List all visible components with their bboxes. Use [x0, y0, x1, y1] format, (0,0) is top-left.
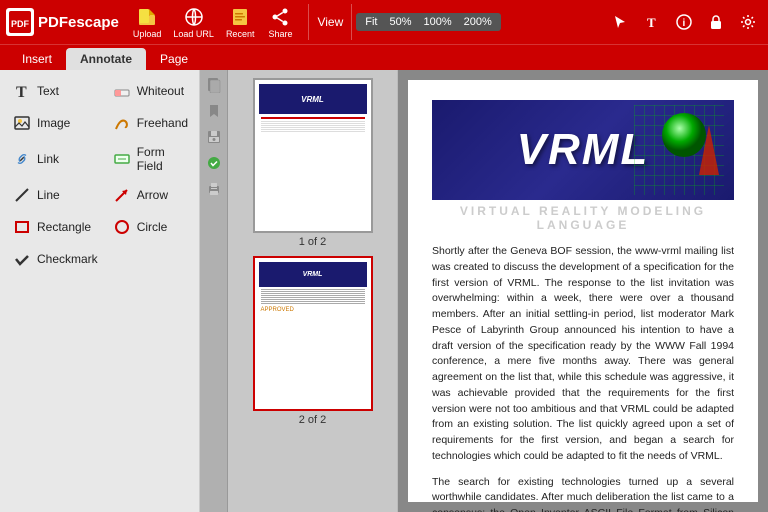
svg-text:PDF: PDF	[11, 19, 30, 29]
tab-insert[interactable]: Insert	[8, 48, 66, 70]
sidebar-pages-icon[interactable]	[203, 74, 225, 96]
checkmark-tool-icon	[12, 249, 32, 269]
whiteout-tool-icon	[112, 81, 132, 101]
thumb-1-inner: VRML	[255, 80, 371, 231]
zoom-100-button[interactable]: 100%	[419, 15, 457, 29]
tool-line[interactable]: Line	[6, 180, 104, 210]
rectangle-tool-icon	[12, 217, 32, 237]
thumb-1-container: VRML 1 of 2	[253, 78, 373, 248]
thumb-2-container: VRML APPROVED 2 of 2	[253, 256, 373, 426]
toolbar-separator-1	[308, 4, 309, 40]
recent-icon	[226, 5, 254, 29]
tab-bar: Insert Annotate Page	[0, 44, 768, 70]
zoom-50-button[interactable]: 50%	[385, 15, 417, 29]
thumbnail-panel: VRML 1 of 2	[228, 70, 398, 512]
share-button[interactable]: Share	[262, 3, 298, 41]
sidebar-print-icon[interactable]	[203, 178, 225, 200]
doc-page: VRML	[408, 80, 758, 502]
tool-checkmark[interactable]: Checkmark	[6, 244, 104, 274]
thumb-2[interactable]: VRML APPROVED	[253, 256, 373, 411]
svg-text:i: i	[683, 18, 686, 29]
tools-grid: T Text Whiteout	[6, 76, 193, 274]
tool-circle[interactable]: Circle	[106, 212, 194, 242]
zoom-section: Fit 50% 100% 200%	[356, 13, 501, 31]
tool-whiteout[interactable]: Whiteout	[106, 76, 194, 106]
right-icons: T i	[606, 8, 762, 36]
arrow-tool-icon	[112, 185, 132, 205]
tool-rectangle[interactable]: Rectangle	[6, 212, 104, 242]
header: PDF PDFescape Upload	[0, 0, 768, 44]
thumb-2-inner: VRML APPROVED	[255, 258, 371, 409]
vrml-title: VRML	[517, 125, 650, 175]
share-icon	[266, 5, 294, 29]
doc-paragraph-2: The search for existing technologies tur…	[432, 475, 734, 512]
image-tool-icon	[12, 113, 32, 133]
link-tool-icon	[12, 149, 32, 169]
tool-link[interactable]: Link	[6, 140, 104, 178]
sidebar-check-icon[interactable]	[203, 152, 225, 174]
doc-header-graphics	[634, 105, 724, 195]
text-tool-icon: T	[12, 81, 32, 101]
cursor-tool-button[interactable]	[606, 8, 634, 36]
line-tool-icon	[12, 185, 32, 205]
sidebar-bookmark-icon[interactable]	[203, 100, 225, 122]
tab-annotate[interactable]: Annotate	[66, 48, 146, 70]
info-button[interactable]: i	[670, 8, 698, 36]
tool-form-field[interactable]: Form Field	[106, 140, 194, 178]
circle-tool-icon	[112, 217, 132, 237]
recent-button[interactable]: Recent	[222, 3, 259, 41]
logo-text: PDFescape	[38, 14, 119, 31]
tool-freehand[interactable]: Freehand	[106, 108, 194, 138]
tool-arrow[interactable]: Arrow	[106, 180, 194, 210]
upload-icon	[133, 5, 161, 29]
tool-image[interactable]: Image	[6, 108, 104, 138]
logo-icon: PDF	[6, 8, 34, 36]
main-content: T Text Whiteout	[0, 70, 768, 512]
tools-panel: T Text Whiteout	[0, 70, 200, 512]
svg-text:T: T	[16, 84, 27, 100]
freehand-tool-icon	[112, 113, 132, 133]
form-field-tool-icon	[112, 149, 132, 169]
pdf-logo-svg: PDF	[9, 11, 31, 33]
load-url-button[interactable]: Load URL	[169, 3, 218, 41]
toolbar-file-group: Upload Load URL Recent	[129, 3, 299, 41]
thumb-1-label: 1 of 2	[299, 236, 327, 248]
thumb-2-label: 2 of 2	[299, 414, 327, 426]
thumb-1[interactable]: VRML	[253, 78, 373, 233]
upload-button[interactable]: Upload	[129, 3, 166, 41]
logo: PDF PDFescape	[6, 8, 119, 36]
sidebar-save-icon[interactable]	[203, 126, 225, 148]
load-url-icon	[180, 5, 208, 29]
svg-text:T: T	[647, 15, 656, 30]
zoom-200-button[interactable]: 200%	[459, 15, 497, 29]
doc-header-image: VRML	[432, 100, 734, 200]
tab-page[interactable]: Page	[146, 48, 202, 70]
settings-button[interactable]	[734, 8, 762, 36]
sidebar-icons	[200, 70, 228, 512]
vrml-subtitle: VIRTUAL REALITY MODELING LANGUAGE	[432, 204, 734, 232]
tool-text[interactable]: T Text	[6, 76, 104, 106]
zoom-fit-button[interactable]: Fit	[360, 15, 382, 29]
text-tool-button[interactable]: T	[638, 8, 666, 36]
view-button[interactable]: View	[313, 13, 347, 31]
doc-area[interactable]: VRML	[398, 70, 768, 512]
toolbar-separator-2	[351, 4, 352, 40]
doc-paragraph-1: Shortly after the Geneva BOF session, th…	[432, 244, 734, 465]
lock-button[interactable]	[702, 8, 730, 36]
